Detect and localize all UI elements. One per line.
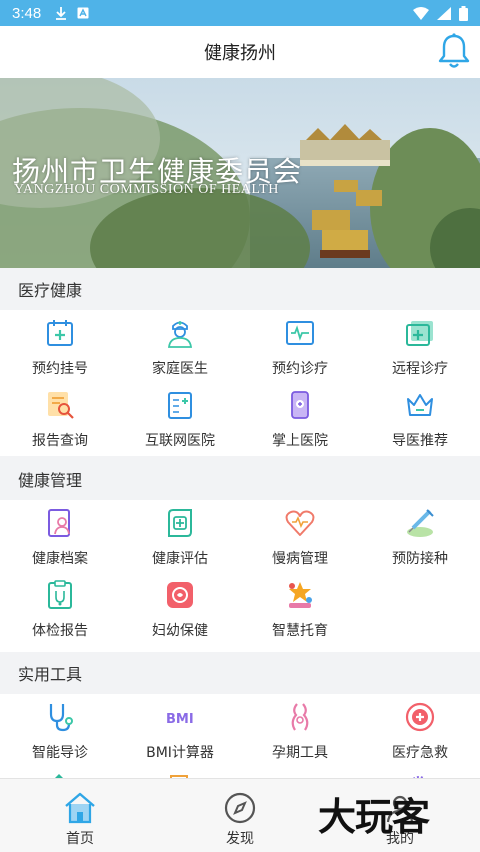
banner-subtitle: YANGZHOU COMMISSION OF HEALTH (14, 182, 279, 197)
section-title-medical: 医疗健康 (0, 268, 480, 310)
remote-consult-icon (406, 321, 433, 346)
banner[interactable]: 扬州市卫生健康委员会 YANGZHOU COMMISSION OF HEALTH (0, 78, 480, 268)
grid-item-smart-triage[interactable]: 智能导诊 (0, 694, 120, 764)
mobile-hospital-icon (291, 391, 309, 419)
grid-item-vaccination[interactable]: 预防接种 (360, 500, 480, 570)
grid-item-maternal-child-health[interactable]: 妇幼保健 (120, 572, 240, 642)
status-time: 3:48 (12, 4, 42, 22)
battery-icon (459, 5, 468, 21)
grid-item-pregnancy-tools[interactable]: 孕期工具 (240, 694, 360, 764)
bell-icon[interactable] (438, 32, 470, 70)
watermark-text: 大玩客 (318, 795, 430, 839)
grid-item-appointment-treatment[interactable]: 预约诊疗 (240, 310, 360, 380)
tab-home-label: 首页 (66, 831, 94, 847)
heart-rate-icon (285, 510, 315, 536)
grid-item-internet-hospital[interactable]: 互联网医院 (120, 382, 240, 452)
health-management-grid: 健康档案 健康评估 慢病管理 预防接种 体检报告 妇幼保健 智慧托育 (0, 500, 480, 652)
maternal-child-icon (167, 582, 193, 608)
crown-icon (407, 394, 433, 416)
grid-item-remote-consultation[interactable]: 远程诊疗 (360, 310, 480, 380)
vaccine-icon (407, 509, 434, 537)
pregnancy-icon (291, 703, 309, 731)
header: 健康扬州 (0, 26, 480, 78)
grid-item-report-query[interactable]: 报告查询 (0, 382, 120, 452)
grid-item-medical-emergency[interactable]: 医疗急救 (360, 694, 480, 764)
section-title-health-management: 健康管理 (0, 458, 480, 500)
health-record-icon (48, 509, 70, 537)
signal-icon (437, 6, 451, 20)
bmi-icon: BMI (166, 712, 194, 727)
doctor-icon (167, 321, 193, 348)
grid-item-checkup-report[interactable]: 体检报告 (0, 572, 120, 642)
grid-item-smart-childcare[interactable]: 智慧托育 (240, 572, 360, 642)
wifi-icon (413, 6, 429, 20)
calendar-plus-icon (47, 320, 73, 346)
grid-item-health-record[interactable]: 健康档案 (0, 500, 120, 570)
home-icon (65, 792, 95, 824)
svg-text:BMI: BMI (166, 712, 194, 727)
checkup-report-icon (48, 580, 72, 609)
first-aid-icon (405, 702, 435, 732)
notification-a-icon (77, 7, 89, 19)
tools-grid: 智能导诊 BMI BMI计算器 孕期工具 医疗急救 (0, 694, 480, 778)
grid-item-mobile-hospital[interactable]: 掌上医院 (240, 382, 360, 452)
section-title-tools: 实用工具 (0, 652, 480, 694)
childcare-icon (289, 582, 312, 608)
report-search-icon (48, 392, 74, 419)
grid-item-guide-recommendation[interactable]: 导医推荐 (360, 382, 480, 452)
medical-grid: 预约挂号 家庭医生 预约诊疗 远程诊疗 报告查询 互联网医院 掌上医院 导医推荐 (0, 310, 480, 456)
status-bar: 3:48 (0, 0, 480, 26)
online-hospital-icon (168, 392, 192, 419)
health-assessment-icon (168, 509, 192, 537)
page-title: 健康扬州 (204, 43, 276, 64)
grid-item-health-assessment[interactable]: 健康评估 (120, 500, 240, 570)
tab-discover[interactable]: 发现 (160, 779, 320, 852)
grid-item-bmi-calculator[interactable]: BMI BMI计算器 (120, 694, 240, 764)
grid-item-chronic-disease-management[interactable]: 慢病管理 (240, 500, 360, 570)
tab-home[interactable]: 首页 (0, 779, 160, 852)
compass-icon (224, 792, 256, 824)
grid-item-family-doctor[interactable]: 家庭医生 (120, 310, 240, 380)
grid-item-appointment-registration[interactable]: 预约挂号 (0, 310, 120, 380)
tab-discover-label: 发现 (226, 831, 254, 847)
stethoscope-icon (49, 704, 73, 732)
download-icon (56, 7, 67, 20)
medical-card-icon (286, 321, 314, 345)
